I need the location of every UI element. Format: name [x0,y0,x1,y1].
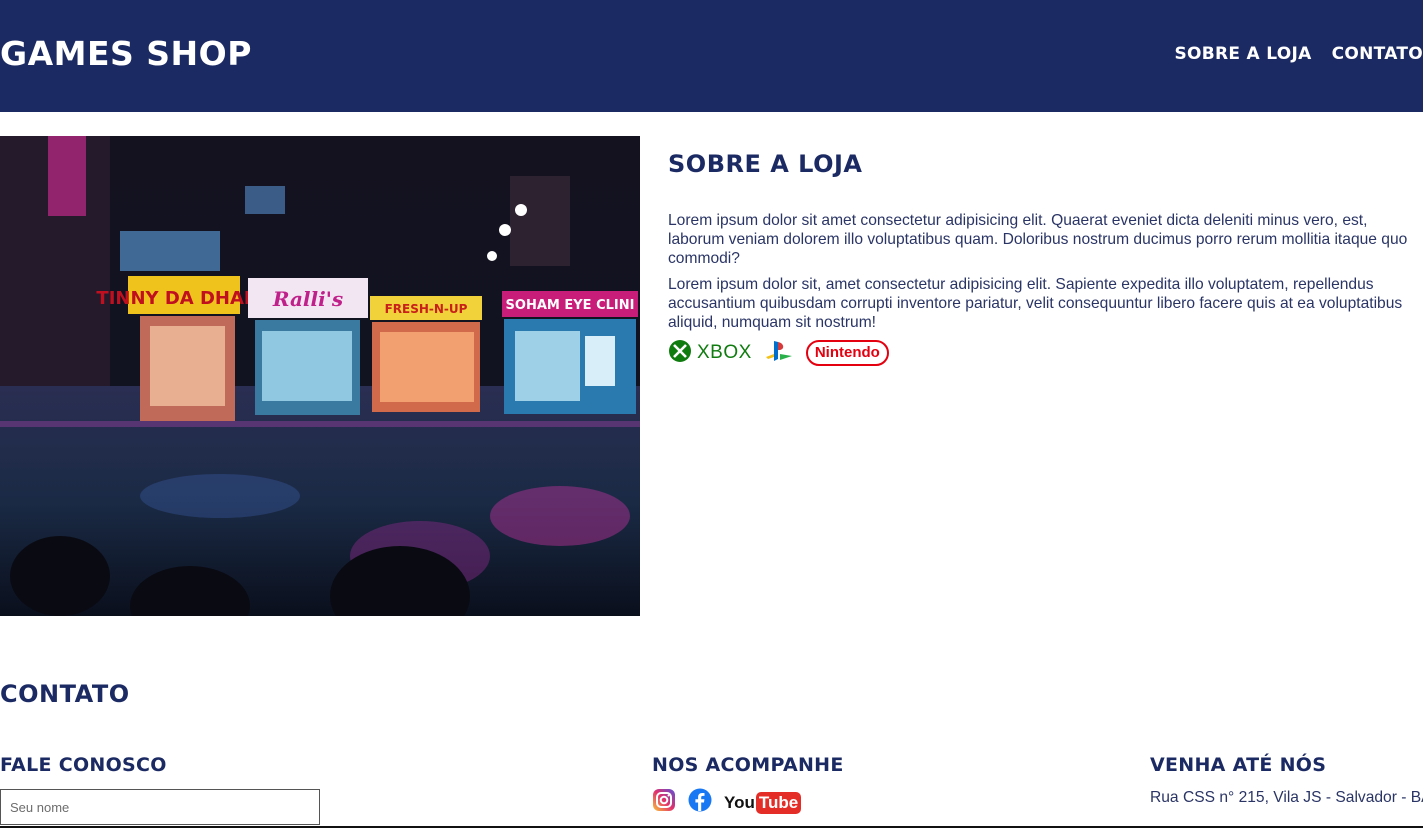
about-title: SOBRE A LOJA [668,150,863,178]
playstation-icon [764,339,794,368]
brand-logos: XBOX Nintendo [668,339,1413,368]
nav-link-contato[interactable]: CONTATO [1332,44,1423,64]
nav-link-sobre[interactable]: SOBRE A LOJA [1174,44,1311,64]
sign-text-2: Ralli's [272,287,343,311]
store-address: Rua CSS n° 215, Vila JS - Salvador - BA [1150,789,1423,806]
about-paragraph-1: Lorem ipsum dolor sit amet consectetur a… [668,212,1408,267]
contact-title: CONTATO [0,680,130,708]
xbox-label: XBOX [697,342,752,363]
social-links: You Tube [652,788,802,817]
store-photo: TINNY DA DHABA Ralli's FRESH-N-UP SOHAM … [0,136,640,616]
main-nav: SOBRE A LOJA CONTATO [1174,44,1423,64]
sign-text-3: FRESH-N-UP [385,302,468,316]
nintendo-logo: Nintendo [805,340,889,366]
site-logo[interactable]: GAMES SHOP [0,34,252,73]
about-paragraph-2: Lorem ipsum dolor sit, amet consectetur … [668,276,1403,331]
visit-title: VENHA ATÉ NÓS [1150,754,1327,776]
name-input[interactable] [0,789,320,825]
youtube-tube: Tube [755,791,802,814]
xbox-logo: XBOX [668,339,752,368]
about-section: SOBRE A LOJA Lorem ipsum dolor sit amet … [668,150,1413,366]
youtube-you: You [724,792,755,812]
instagram-icon[interactable] [652,788,676,817]
youtube-icon[interactable]: You Tube [724,791,802,814]
social-title: NOS ACOMPANHE [652,754,844,776]
facebook-icon[interactable] [688,788,712,817]
sign-text-4: SOHAM EYE CLINI [506,298,635,313]
contact-form-title: FALE CONOSCO [0,754,167,776]
site-header: GAMES SHOP SOBRE A LOJA CONTATO [0,0,1423,112]
sign-text-1: TINNY DA DHABA [96,288,271,309]
xbox-icon [668,339,692,368]
